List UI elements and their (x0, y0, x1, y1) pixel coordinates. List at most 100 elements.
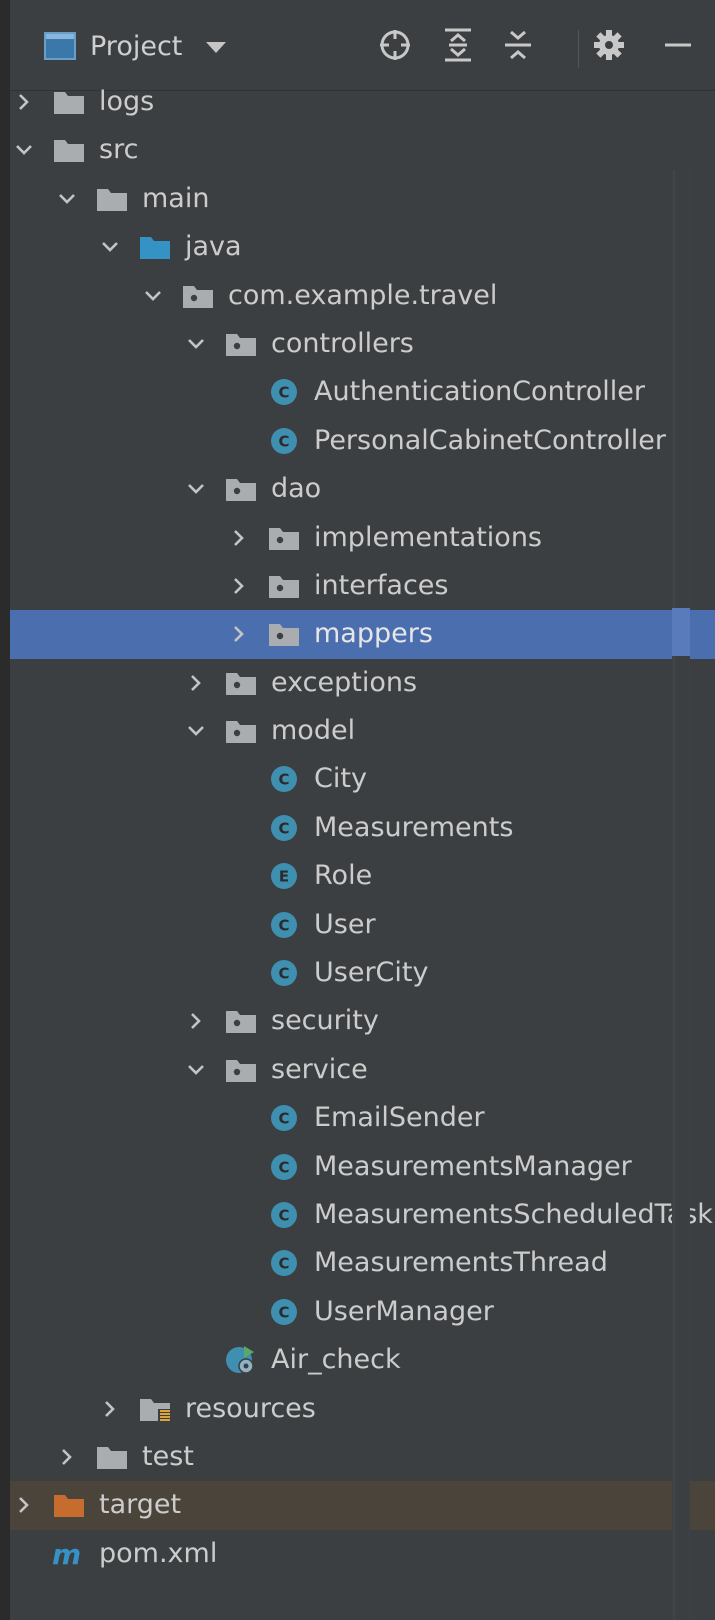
package-icon (224, 475, 258, 503)
tree-row-air-check[interactable]: Air_check (10, 1336, 715, 1384)
tree-row-com-example-travel[interactable]: com.example.travel (10, 272, 715, 320)
tree-item-label: EmailSender (314, 1102, 485, 1134)
collapse-all-button[interactable] (495, 22, 541, 68)
tree-row-test[interactable]: test (10, 1433, 715, 1481)
svg-text:C: C (278, 1158, 289, 1176)
package-icon (224, 1007, 258, 1035)
tree-item-label: User (314, 908, 376, 940)
chevron-right-icon[interactable] (100, 1399, 120, 1419)
settings-button[interactable] (586, 22, 632, 68)
tree-item-label: main (142, 182, 210, 214)
tree-row-interfaces[interactable]: interfaces (10, 562, 715, 610)
chevron-right-icon[interactable] (57, 1447, 77, 1467)
chevron-down-icon[interactable] (186, 1060, 206, 1080)
tree-row-measurementsthread[interactable]: C MeasurementsThread (10, 1239, 715, 1287)
tree-item-label: security (271, 1005, 379, 1037)
locate-icon (380, 30, 410, 60)
tree-row-src[interactable]: src (10, 126, 715, 174)
tree-row-model[interactable]: model (10, 707, 715, 755)
chevron-down-icon[interactable] (14, 140, 34, 160)
tree-row-java[interactable]: java (10, 223, 715, 271)
tree-item-label: src (99, 134, 139, 166)
svg-text:E: E (279, 868, 289, 886)
class-icon: C (267, 1201, 301, 1229)
tree-item-label: Air_check (271, 1344, 401, 1376)
tree-row-measurements[interactable]: C Measurements (10, 804, 715, 852)
tree-row-security[interactable]: security (10, 997, 715, 1045)
resources-folder-icon (138, 1395, 172, 1423)
tree-row-service[interactable]: service (10, 1046, 715, 1094)
tree-item-label: City (314, 763, 367, 795)
maven-icon: m (52, 1538, 86, 1571)
tree-row-measurementsscheduledtask[interactable]: C MeasurementsScheduledTask (10, 1191, 715, 1239)
source-folder-icon (138, 233, 172, 261)
tree-row-role[interactable]: E Role (10, 852, 715, 900)
expand-all-button[interactable] (435, 22, 481, 68)
tree-row-emailsender[interactable]: C EmailSender (10, 1094, 715, 1142)
tree-item-label: dao (271, 473, 322, 505)
folder-icon (95, 185, 129, 213)
tree-row-measurementsmanager[interactable]: C MeasurementsManager (10, 1143, 715, 1191)
tree-row-city[interactable]: C City (10, 755, 715, 803)
tree-row-authenticationcontroller[interactable]: C AuthenticationController (10, 368, 715, 416)
tree-row-pom-xml[interactable]: m pom.xml (10, 1530, 715, 1578)
svg-text:C: C (278, 432, 289, 450)
tree-row-user[interactable]: C User (10, 901, 715, 949)
tree-row-usercity[interactable]: C UserCity (10, 949, 715, 997)
tree-item-label: MeasurementsScheduledTask (314, 1198, 713, 1230)
tree-item-label: UserCity (314, 957, 429, 989)
project-view-selector[interactable]: Project (44, 28, 227, 64)
chevron-right-icon[interactable] (229, 576, 249, 596)
svg-text:C: C (278, 965, 289, 983)
chevron-right-icon[interactable] (14, 92, 34, 112)
project-tree: logs src main java com.example.travel control… (10, 78, 715, 1578)
class-icon: C (267, 959, 301, 987)
scrollbar-thumb[interactable] (674, 170, 689, 1620)
chevron-right-icon[interactable] (229, 624, 249, 644)
locate-button[interactable] (372, 22, 418, 68)
excluded-folder-icon (52, 1491, 86, 1519)
svg-text:C: C (278, 1303, 289, 1321)
tree-row-personalcabinetcontroller[interactable]: C PersonalCabinetController (10, 417, 715, 465)
tree-item-label: MeasurementsThread (314, 1247, 608, 1279)
chevron-right-icon[interactable] (229, 528, 249, 548)
tree-row-usermanager[interactable]: C UserManager (10, 1288, 715, 1336)
tree-row-main[interactable]: main (10, 175, 715, 223)
chevron-down-icon[interactable] (186, 479, 206, 499)
tree-row-logs[interactable]: logs (10, 78, 715, 126)
chevron-right-icon[interactable] (14, 1495, 34, 1515)
caret-down-icon (206, 41, 227, 53)
class-icon: C (267, 814, 301, 842)
svg-text:C: C (278, 384, 289, 402)
tree-item-label: PersonalCabinetController (314, 424, 666, 456)
tree-item-label: AuthenticationController (314, 376, 646, 408)
tree-row-target[interactable]: target (10, 1481, 715, 1530)
svg-text:C: C (278, 1110, 289, 1128)
chevron-right-icon[interactable] (186, 673, 206, 693)
package-icon (224, 669, 258, 697)
class-icon: C (267, 1298, 301, 1326)
svg-text:C: C (278, 1206, 289, 1224)
chevron-right-icon[interactable] (186, 1011, 206, 1031)
tree-item-label: test (142, 1440, 194, 1472)
chevron-down-icon[interactable] (186, 721, 206, 741)
minimize-button[interactable] (655, 22, 701, 68)
tree-row-dao[interactable]: dao (10, 465, 715, 513)
tree-row-exceptions[interactable]: exceptions (10, 659, 715, 707)
enum-icon: E (267, 862, 301, 890)
class-icon: C (267, 765, 301, 793)
chevron-down-icon[interactable] (100, 237, 120, 257)
tree-row-mappers[interactable]: mappers (10, 610, 715, 659)
tree-row-resources[interactable]: resources (10, 1385, 715, 1433)
chevron-down-icon[interactable] (186, 334, 206, 354)
tree-row-implementations[interactable]: implementations (10, 514, 715, 562)
package-icon (267, 620, 301, 648)
gear-icon (594, 30, 624, 60)
minimize-icon (665, 43, 691, 47)
selection-marker (672, 608, 690, 656)
chevron-down-icon[interactable] (57, 189, 77, 209)
left-border (0, 0, 10, 1620)
chevron-down-icon[interactable] (143, 286, 163, 306)
tree-item-label: pom.xml (99, 1537, 218, 1569)
tree-row-controllers[interactable]: controllers (10, 320, 715, 368)
